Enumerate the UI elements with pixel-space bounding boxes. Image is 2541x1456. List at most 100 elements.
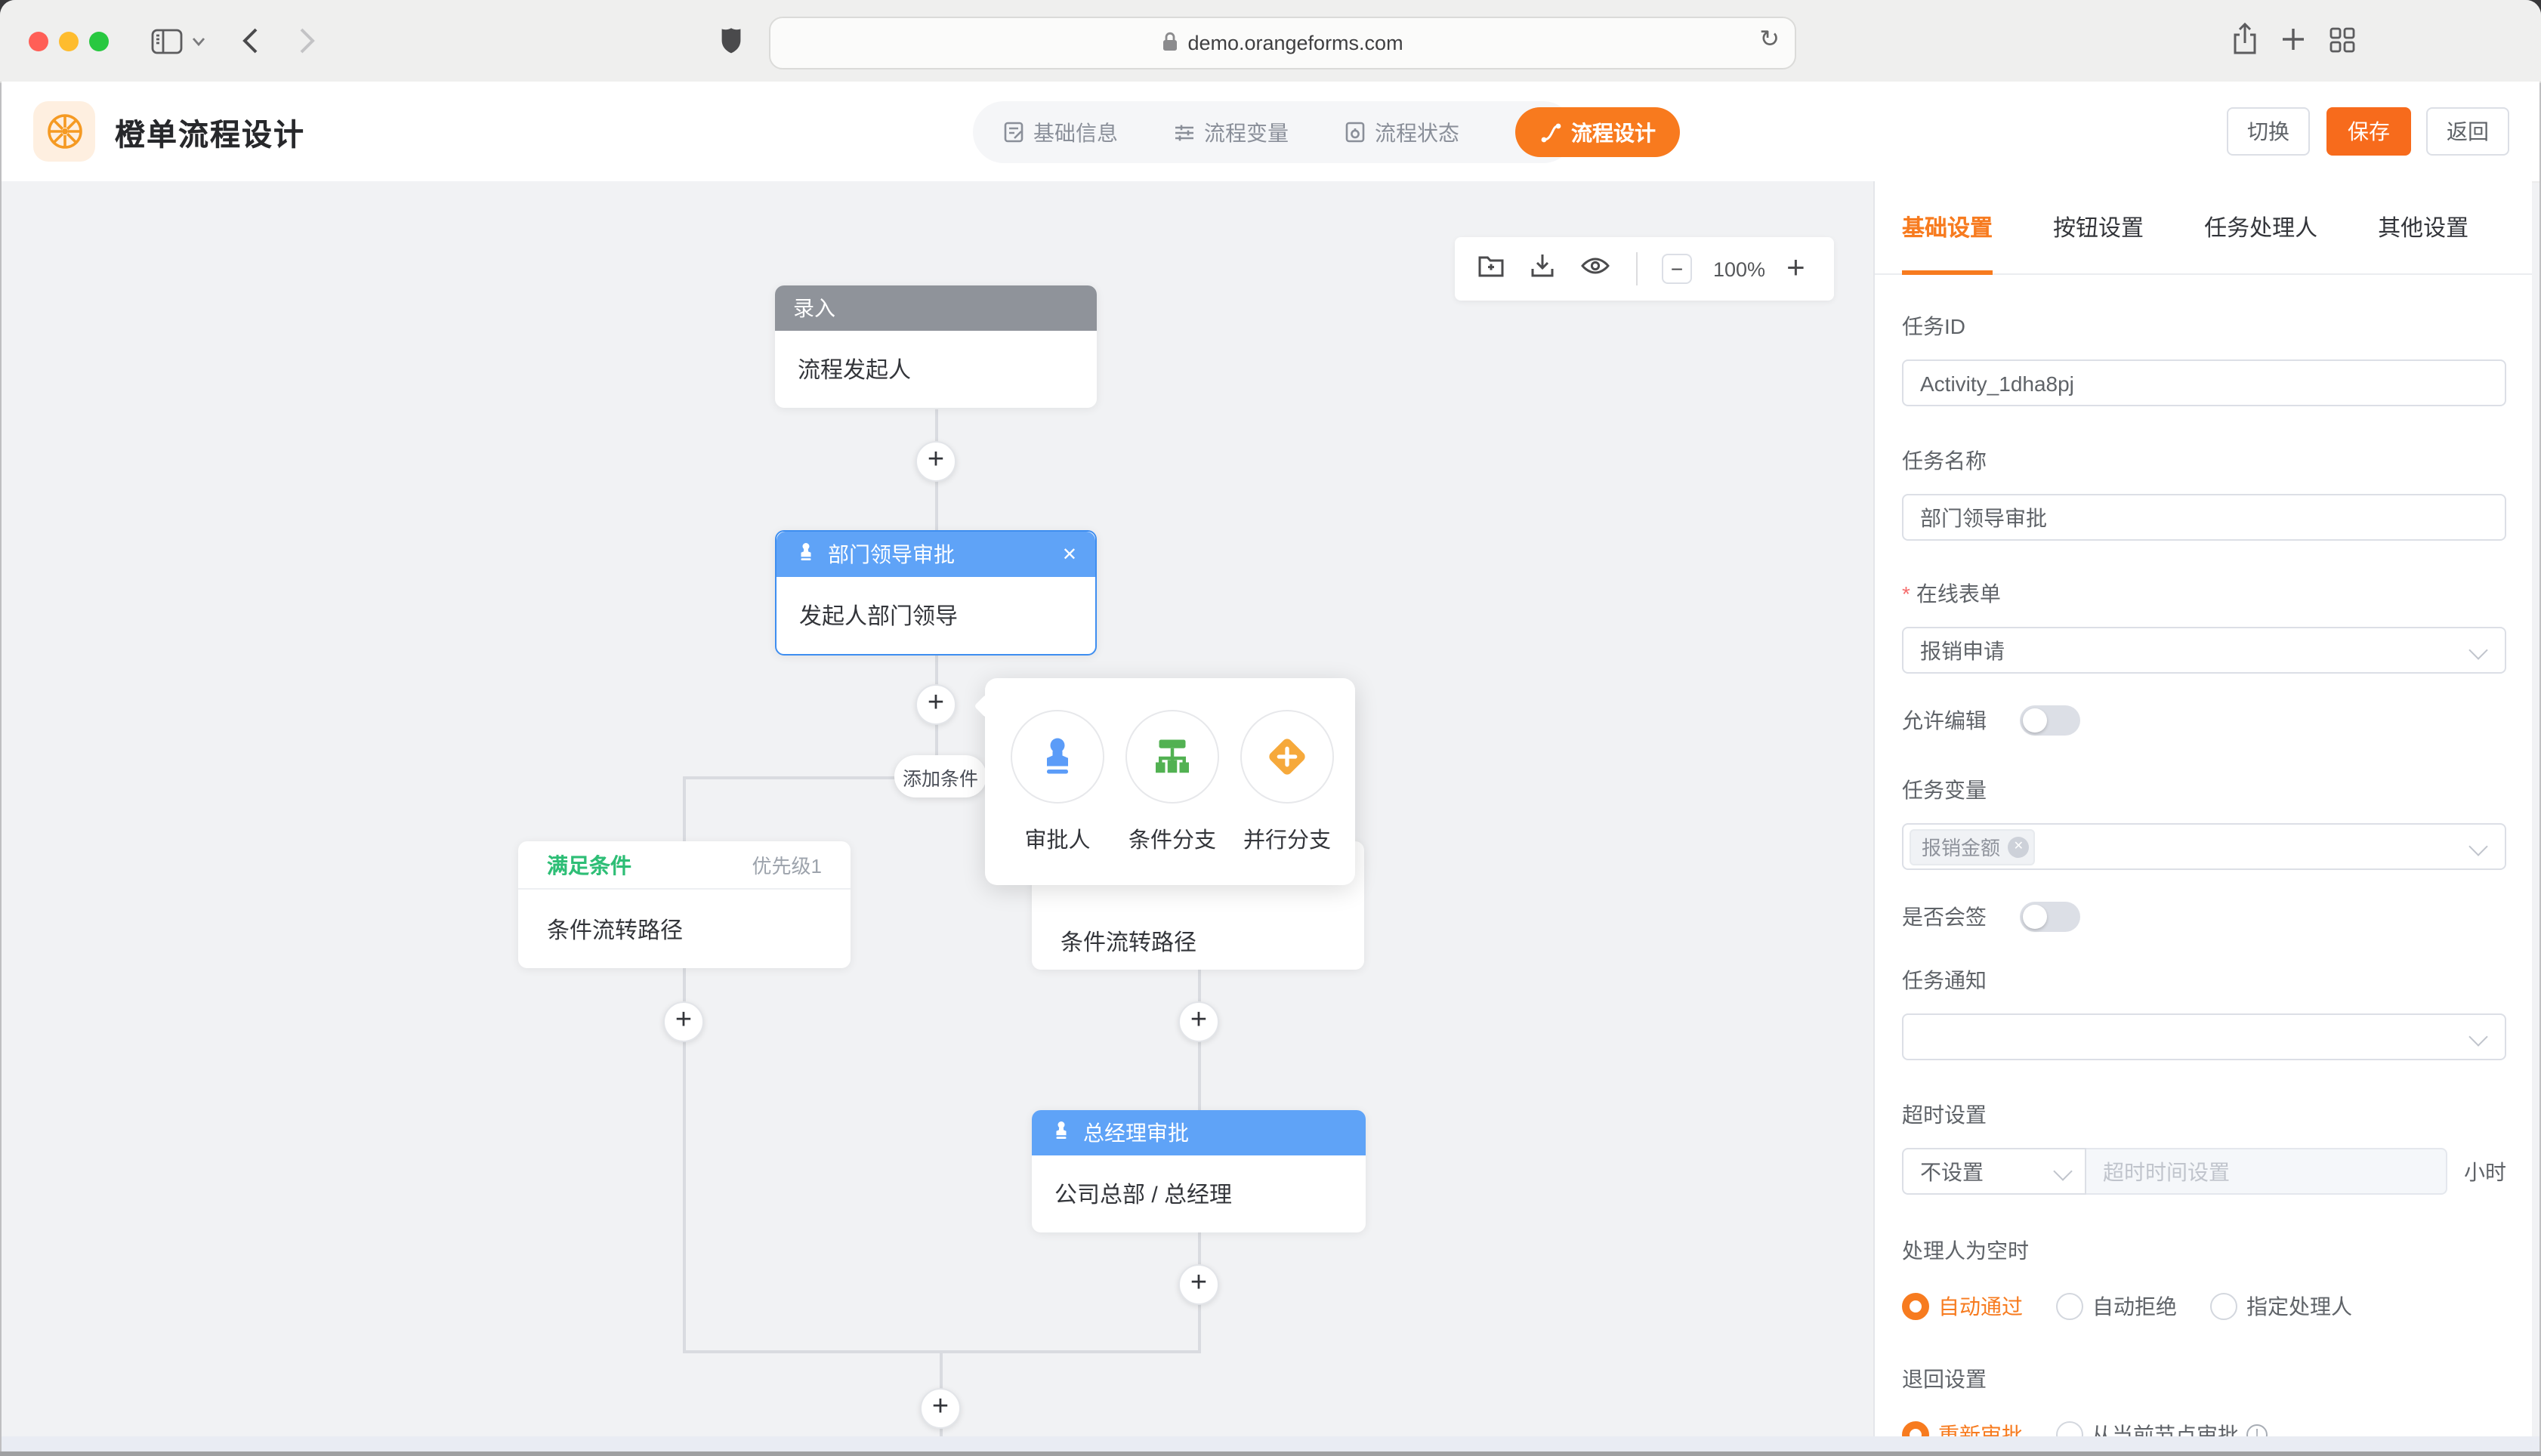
- forward-icon[interactable]: [299, 27, 316, 54]
- node-start-body: 流程发起人: [775, 331, 1097, 408]
- add-node-button[interactable]: [915, 684, 956, 725]
- tab-label: 流程设计: [1571, 117, 1656, 147]
- node-dept-approval[interactable]: 部门领导审批 发起人部门领导: [775, 530, 1097, 656]
- radio-circle: [2210, 1293, 2237, 1320]
- add-condition-label[interactable]: 添加条件: [894, 755, 986, 797]
- url-text: demo.orangeforms.com: [1187, 32, 1403, 54]
- node-start[interactable]: 录入 流程发起人: [775, 285, 1097, 408]
- chevron-down-icon[interactable]: [192, 36, 205, 47]
- variable-tag: 报销金额: [1910, 828, 2035, 865]
- task-name-input[interactable]: [1902, 494, 2506, 541]
- timeout-label: 超时设置: [1902, 1100, 2506, 1130]
- tab-other-settings[interactable]: 其他设置: [2378, 180, 2468, 274]
- chevron-down-icon: [2468, 837, 2487, 856]
- task-id-label: 任务ID: [1902, 311, 2506, 341]
- add-node-popup: 审批人 条件分支 并行分支: [985, 678, 1355, 885]
- allow-edit-toggle[interactable]: [2020, 705, 2080, 736]
- node-condition-left[interactable]: 满足条件 优先级1 条件流转路径: [518, 841, 851, 968]
- user-icon: [795, 541, 817, 568]
- privacy-shield-icon[interactable]: [721, 27, 742, 54]
- settings-tabs: 基础设置 按钮设置 任务处理人 其他设置: [1875, 181, 2532, 275]
- node-condition-left-body: 条件流转路径: [518, 890, 851, 968]
- flow-canvas[interactable]: 录入 流程发起人 部门领导审批 发起人部门领导 满足条件 优先级1 条件流转路径: [2, 181, 1873, 1438]
- task-id-input[interactable]: [1902, 359, 2506, 406]
- close-icon[interactable]: [1062, 544, 1077, 565]
- popup-item-label: 审批人: [1011, 823, 1104, 855]
- lock-icon: [1162, 31, 1178, 55]
- tab-button-settings[interactable]: 按钮设置: [2053, 180, 2144, 274]
- return-setting-label: 退回设置: [1902, 1364, 2506, 1394]
- online-form-value: 报销申请: [1920, 635, 2005, 665]
- radio-circle: [2056, 1293, 2083, 1320]
- back-button[interactable]: 返回: [2426, 107, 2509, 156]
- parallel-branch-icon[interactable]: [1240, 710, 1334, 804]
- countersign-toggle[interactable]: [2020, 902, 2080, 932]
- preview-eye-icon[interactable]: [1579, 250, 1612, 288]
- zoom-out-button[interactable]: [1662, 254, 1692, 284]
- task-notify-label: 任务通知: [1902, 965, 2506, 995]
- popup-item-parallel-branch[interactable]: 并行分支: [1240, 710, 1334, 855]
- chevron-down-icon: [2053, 1161, 2072, 1180]
- timeout-value-input[interactable]: [2086, 1148, 2447, 1195]
- back-icon[interactable]: [242, 27, 258, 54]
- chevron-down-icon: [2468, 640, 2487, 659]
- minimize-window-button[interactable]: [59, 32, 79, 51]
- node-title: 总经理审批: [1083, 1118, 1189, 1148]
- node-title: 录入: [793, 293, 835, 323]
- zoom-level: 100%: [1713, 258, 1765, 280]
- sidebar-icon[interactable]: [151, 29, 183, 54]
- add-node-button[interactable]: [915, 441, 956, 482]
- settings-panel: 基础设置 按钮设置 任务处理人 其他设置 任务ID 任务名称 * 在线表单 报销…: [1873, 181, 2532, 1438]
- tab-basic-info[interactable]: 基础信息: [1003, 117, 1118, 147]
- task-variable-label: 任务变量: [1902, 775, 2506, 805]
- popup-item-condition-branch[interactable]: 条件分支: [1125, 710, 1219, 855]
- tab-basic-settings[interactable]: 基础设置: [1902, 180, 1993, 274]
- tab-flow-design[interactable]: 流程设计: [1515, 107, 1680, 157]
- app-header: 橙单流程设计 基础信息 流程变量 流程状态: [2, 82, 2539, 183]
- task-notify-select[interactable]: [1902, 1013, 2506, 1060]
- add-node-button[interactable]: [1178, 1264, 1219, 1305]
- node-gm-approval-body: 公司总部 / 总经理: [1032, 1155, 1366, 1232]
- popup-item-approver[interactable]: 审批人: [1011, 710, 1104, 855]
- node-title: 部门领导审批: [828, 539, 955, 569]
- popup-item-label: 条件分支: [1125, 823, 1219, 855]
- flow-nav-tabs: 基础信息 流程变量 流程状态 流程设计: [973, 101, 1574, 163]
- radio-auto-reject[interactable]: 自动拒绝: [2056, 1291, 2177, 1322]
- condition-branch-icon[interactable]: [1125, 710, 1219, 804]
- close-window-button[interactable]: [29, 32, 48, 51]
- remove-tag-icon[interactable]: [2008, 836, 2029, 857]
- tab-label: 流程状态: [1375, 117, 1459, 147]
- radio-auto-approve[interactable]: 自动通过: [1902, 1291, 2023, 1322]
- node-gm-approval[interactable]: 总经理审批 公司总部 / 总经理: [1032, 1110, 1366, 1232]
- timeout-unit: 小时: [2464, 1156, 2506, 1186]
- node-condition-left-header: 满足条件 优先级1: [518, 841, 851, 890]
- empty-handler-options: 自动通过 自动拒绝 指定处理人: [1902, 1291, 2506, 1322]
- approver-stamp-icon[interactable]: [1011, 710, 1104, 804]
- required-mark: *: [1902, 581, 1910, 606]
- download-icon[interactable]: [1527, 250, 1558, 288]
- browser-chrome: demo.orangeforms.com ↻: [0, 0, 2541, 83]
- add-node-button[interactable]: [663, 1001, 704, 1042]
- open-file-icon[interactable]: [1476, 250, 1506, 288]
- tab-task-handler[interactable]: 任务处理人: [2204, 180, 2317, 274]
- tab-overview-icon[interactable]: [2330, 27, 2355, 53]
- add-node-button[interactable]: [920, 1388, 961, 1429]
- task-variable-select[interactable]: 报销金额: [1902, 823, 2506, 870]
- online-form-select[interactable]: 报销申请: [1902, 627, 2506, 674]
- add-node-button[interactable]: [1178, 1001, 1219, 1042]
- switch-button[interactable]: 切换: [2227, 107, 2310, 156]
- connector-line: [683, 776, 686, 841]
- tab-flow-variables[interactable]: 流程变量: [1174, 117, 1289, 147]
- address-bar[interactable]: demo.orangeforms.com ↻: [769, 17, 1796, 69]
- zoom-in-button[interactable]: [1786, 252, 1805, 285]
- radio-assign-handler[interactable]: 指定处理人: [2210, 1291, 2352, 1322]
- save-button[interactable]: 保存: [2326, 107, 2411, 156]
- tab-flow-status[interactable]: 流程状态: [1345, 117, 1459, 147]
- tab-label: 基础信息: [1033, 117, 1118, 147]
- timeout-mode-select[interactable]: 不设置: [1902, 1148, 2086, 1195]
- reload-icon[interactable]: ↻: [1759, 24, 1780, 54]
- share-icon[interactable]: [2231, 23, 2258, 56]
- zoom-window-button[interactable]: [89, 32, 109, 51]
- new-tab-icon[interactable]: [2281, 27, 2305, 51]
- browser-window: demo.orangeforms.com ↻ 橙单流程设计: [0, 0, 2541, 1456]
